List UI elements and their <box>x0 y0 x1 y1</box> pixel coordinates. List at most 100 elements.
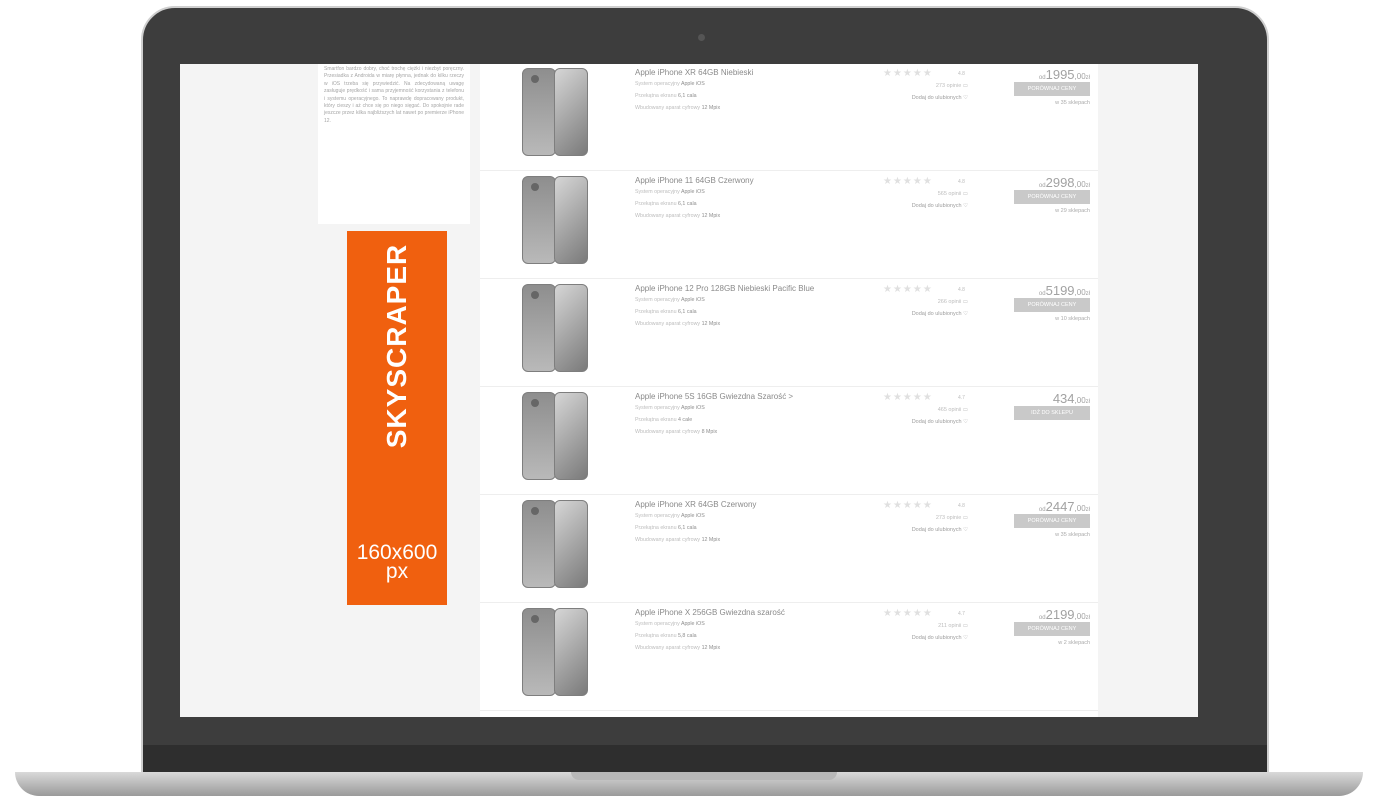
compare-prices-button[interactable]: PORÓWNAJ CENY <box>1014 298 1090 312</box>
spec-screen-value: 6,1 cala <box>678 93 697 99</box>
spec-camera-value: 12 Mpix <box>701 213 721 219</box>
shops-count: w 29 sklepach <box>1055 208 1090 214</box>
camera-lens-icon <box>531 615 539 623</box>
reviews-link[interactable]: 273 opinie ▭ <box>936 515 968 521</box>
spec-os-value: Apple iOS <box>680 189 705 195</box>
price-currency: zł <box>1085 507 1090 513</box>
spec-camera-value: 12 Mpix <box>701 105 721 111</box>
spec-camera-value: 12 Mpix <box>701 645 721 651</box>
spec-screen: Przekątna ekranu 5,8 cala <box>635 633 697 639</box>
spec-camera-label: Wbudowany aparat cyfrowy <box>635 105 701 111</box>
product-name[interactable]: Apple iPhone 5S 16GB Gwiezdna Szarość > <box>635 392 793 401</box>
add-to-favorites[interactable]: Dodaj do ulubionych ♡ <box>912 527 968 533</box>
spec-screen-value: 5,8 cala <box>678 633 697 639</box>
price-decimals: ,00 <box>1074 288 1086 297</box>
compare-prices-button[interactable]: IDŹ DO SKLEPU <box>1014 406 1090 420</box>
product-image[interactable] <box>520 284 592 372</box>
spec-os-label: System operacyjny <box>635 81 680 87</box>
product-image[interactable] <box>520 500 592 588</box>
rating-value: 4.7 <box>958 395 965 401</box>
reviews-count: 273 opinie <box>935 83 962 89</box>
heart-icon: ♡ <box>963 203 968 209</box>
webcam-icon <box>698 34 705 41</box>
comment-icon: ▭ <box>962 407 968 413</box>
reviews-link[interactable]: 565 opinii ▭ <box>938 191 968 197</box>
reviews-count: 266 opinii <box>937 299 962 305</box>
spec-camera-value: 8 Mpix <box>701 429 718 435</box>
product-row[interactable]: Apple iPhone XR 64GB Czerwony System oper… <box>480 496 1098 603</box>
price-decimals: ,00 <box>1074 180 1086 189</box>
product-name[interactable]: Apple iPhone X 256GB Gwiezdna szarość <box>635 608 785 617</box>
product-name[interactable]: Apple iPhone 11 64GB Czerwony <box>635 176 754 185</box>
add-to-favorites[interactable]: Dodaj do ulubionych ♡ <box>912 311 968 317</box>
star-rating-icon: ★★★★★ <box>883 608 933 619</box>
reviews-count: 211 opinii <box>938 623 962 629</box>
product-row[interactable]: Apple iPhone 12 Pro 128GB Niebieski Paci… <box>480 280 1098 387</box>
spec-os-value: Apple iOS <box>680 405 705 411</box>
spec-os: System operacyjny Apple iOS <box>635 81 705 87</box>
compare-prices-button[interactable]: PORÓWNAJ CENY <box>1014 622 1090 636</box>
product-image[interactable] <box>520 608 592 696</box>
product-name[interactable]: Apple iPhone XR 64GB Niebieski <box>635 68 753 77</box>
product-image[interactable] <box>520 176 592 264</box>
phone-front <box>554 608 588 696</box>
reviews-link[interactable]: 211 opinii ▭ <box>938 623 968 629</box>
spec-screen-value: 4 cale <box>678 417 693 423</box>
reviews-link[interactable]: 266 opinii ▭ <box>938 299 968 305</box>
product-image[interactable] <box>520 68 592 156</box>
spec-os-value: Apple iOS <box>680 81 705 87</box>
compare-prices-button[interactable]: PORÓWNAJ CENY <box>1014 514 1090 528</box>
add-to-favorites[interactable]: Dodaj do ulubionych ♡ <box>912 203 968 209</box>
add-to-favorites[interactable]: Dodaj do ulubionych ♡ <box>912 95 968 101</box>
reviews-link[interactable]: 465 opinii ▭ <box>938 407 968 413</box>
star-rating-icon: ★★★★★ <box>883 500 933 511</box>
phone-front <box>554 500 588 588</box>
price-currency: zł <box>1085 615 1090 621</box>
heart-icon: ♡ <box>963 419 968 425</box>
favorite-label: Dodaj do ulubionych <box>911 95 962 101</box>
spec-camera: Wbudowany aparat cyfrowy 12 Mpix <box>635 537 720 543</box>
product-image[interactable] <box>520 392 592 480</box>
compare-prices-button[interactable]: PORÓWNAJ CENY <box>1014 82 1090 96</box>
product-list: Apple iPhone XR 64GB Niebieski System ope… <box>480 64 1098 717</box>
compare-prices-button[interactable]: PORÓWNAJ CENY <box>1014 190 1090 204</box>
reviews-link[interactable]: 273 opinie ▭ <box>936 83 968 89</box>
phone-front <box>554 176 588 264</box>
spec-screen-label: Przekątna ekranu <box>635 309 677 315</box>
product-price: od2447,00zł <box>1039 499 1090 514</box>
spec-screen-label: Przekątna ekranu <box>635 417 677 423</box>
reviews-count: 565 opinii <box>937 191 962 197</box>
spec-camera-value: 12 Mpix <box>701 537 721 543</box>
product-name[interactable]: Apple iPhone XR 64GB Czerwony <box>635 500 756 509</box>
product-row[interactable]: Apple iPhone 11 64GB Czerwony System oper… <box>480 172 1098 279</box>
favorite-label: Dodaj do ulubionych <box>911 311 962 317</box>
spec-screen: Przekątna ekranu 6,1 cala <box>635 309 697 315</box>
price-prefix: od <box>1038 507 1046 513</box>
phone-back <box>522 608 556 696</box>
add-to-favorites[interactable]: Dodaj do ulubionych ♡ <box>912 635 968 641</box>
product-row[interactable]: Apple iPhone X 256GB Gwiezdna szarość Sys… <box>480 604 1098 711</box>
add-to-favorites[interactable]: Dodaj do ulubionych ♡ <box>912 419 968 425</box>
favorite-label: Dodaj do ulubionych <box>911 203 962 209</box>
rating-value: 4.8 <box>958 287 965 293</box>
heart-icon: ♡ <box>963 635 968 641</box>
spec-screen-label: Przekątna ekranu <box>635 93 677 99</box>
phone-front <box>554 68 588 156</box>
shops-count: w 35 sklepach <box>1055 100 1090 106</box>
camera-lens-icon <box>531 507 539 515</box>
heart-icon: ♡ <box>963 311 968 317</box>
heart-icon: ♡ <box>963 527 968 533</box>
product-row[interactable]: Apple iPhone XR 64GB Niebieski System ope… <box>480 64 1098 171</box>
product-name[interactable]: Apple iPhone 12 Pro 128GB Niebieski Paci… <box>635 284 814 293</box>
spec-os: System operacyjny Apple iOS <box>635 621 705 627</box>
spec-os-label: System operacyjny <box>635 405 680 411</box>
favorite-label: Dodaj do ulubionych <box>911 419 962 425</box>
star-rating-icon: ★★★★★ <box>883 176 933 187</box>
skyscraper-ad[interactable]: SKYSCRAPER 160x600 px <box>347 231 447 605</box>
product-row[interactable]: Apple iPhone 5S 16GB Gwiezdna Szarość > S… <box>480 388 1098 495</box>
price-prefix: od <box>1038 75 1046 81</box>
price-currency: zł <box>1085 291 1090 297</box>
price-prefix: od <box>1038 183 1046 189</box>
price-value: 2998 <box>1045 175 1075 190</box>
favorite-label: Dodaj do ulubionych <box>911 527 962 533</box>
